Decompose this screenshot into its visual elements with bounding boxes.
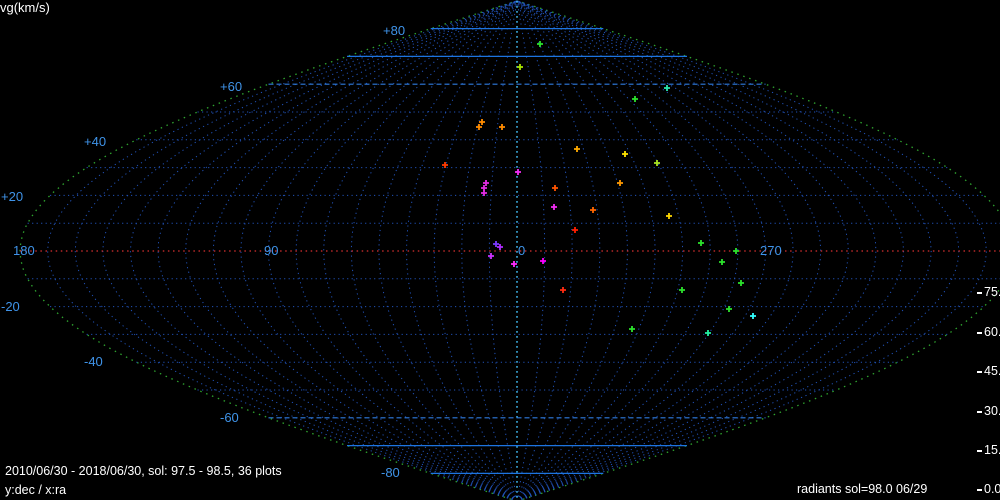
colorbar-tick-label: 45.0 bbox=[984, 364, 1000, 378]
radiant-point bbox=[517, 64, 523, 70]
dec-tick-label: -40 bbox=[84, 354, 103, 369]
radiant-point bbox=[552, 185, 558, 191]
ra-tick-label: 90 bbox=[264, 243, 278, 258]
dec-tick-label: -20 bbox=[1, 299, 20, 314]
dec-tick-label: +60 bbox=[220, 79, 242, 94]
ra-tick-label: 180 bbox=[13, 243, 35, 258]
ra-tick-label: 270 bbox=[760, 243, 782, 258]
radiant-point bbox=[705, 330, 711, 336]
dec-tick-label: +20 bbox=[1, 189, 23, 204]
footer-date-range: 2010/06/30 - 2018/06/30, sol: 97.5 - 98.… bbox=[5, 464, 282, 478]
radiant-point bbox=[698, 240, 704, 246]
radiant-point bbox=[629, 326, 635, 332]
radiant-point bbox=[481, 190, 487, 196]
colorbar-tick-label: 75.0 bbox=[984, 285, 1000, 299]
ra-tick-label: 0 bbox=[518, 243, 525, 258]
radiant-point bbox=[733, 248, 739, 254]
meridian-line bbox=[516, 0, 905, 500]
dec-tick-label: -60 bbox=[220, 410, 239, 425]
colorbar-tick-dash bbox=[977, 332, 982, 334]
colorbar-title: vg(km/s) bbox=[0, 0, 50, 15]
meridian-line bbox=[212, 0, 518, 500]
colorbar-tick-label: 30.0 bbox=[984, 404, 1000, 418]
footer-current-sol: radiants sol=98.0 06/29 bbox=[797, 482, 928, 496]
radiant-point bbox=[590, 207, 596, 213]
radiant-point bbox=[551, 204, 557, 210]
radiant-point bbox=[679, 287, 685, 293]
radiant-point bbox=[515, 169, 521, 175]
colorbar-tick-dash bbox=[977, 292, 982, 294]
map-boundary bbox=[516, 0, 1000, 500]
meridian-line bbox=[378, 0, 518, 500]
radiant-point bbox=[511, 261, 517, 267]
radiant-point bbox=[726, 306, 732, 312]
radiant-point bbox=[664, 85, 670, 91]
radiant-point bbox=[540, 258, 546, 264]
footer-axes-label: y:dec / x:ra bbox=[5, 483, 67, 497]
dec-tick-label: +80 bbox=[383, 23, 405, 38]
radiant-point bbox=[617, 180, 623, 186]
radiant-map-window: 180 90 0 270 +80 +60 +40 +20 -20 -40 -60 -80 vg(km/… bbox=[0, 0, 1000, 500]
colorbar-tick-dash bbox=[977, 450, 982, 452]
radiant-point bbox=[574, 146, 580, 152]
sky-chart: 180 90 0 270 +80 +60 +40 +20 -20 -40 -60 -80 bbox=[1, 0, 1000, 500]
colorbar-tick-dash bbox=[977, 371, 982, 373]
meridian-line bbox=[488, 0, 518, 500]
colorbar-tick-dash bbox=[977, 411, 982, 413]
radiant-point bbox=[560, 287, 566, 293]
radiant-point bbox=[750, 313, 756, 319]
radiant-point bbox=[719, 259, 725, 265]
radiant-point bbox=[666, 213, 672, 219]
radiant-point bbox=[537, 41, 543, 47]
colorbar-tick-label: 0.0 bbox=[984, 482, 1000, 496]
colorbar-tick-label: 60.0 bbox=[984, 325, 1000, 339]
dec-tick-label: -80 bbox=[381, 465, 400, 480]
radiant-point bbox=[632, 96, 638, 102]
colorbar-tick-label: 15.0 bbox=[984, 443, 1000, 457]
radiant-point bbox=[622, 151, 628, 157]
radiant-point bbox=[738, 280, 744, 286]
radiant-point bbox=[572, 227, 578, 233]
dec-tick-label: +40 bbox=[84, 134, 106, 149]
colorbar-tick-dash bbox=[977, 489, 982, 491]
radiant-point bbox=[499, 124, 505, 130]
radiant-point bbox=[654, 160, 660, 166]
meridian-line bbox=[516, 0, 656, 500]
